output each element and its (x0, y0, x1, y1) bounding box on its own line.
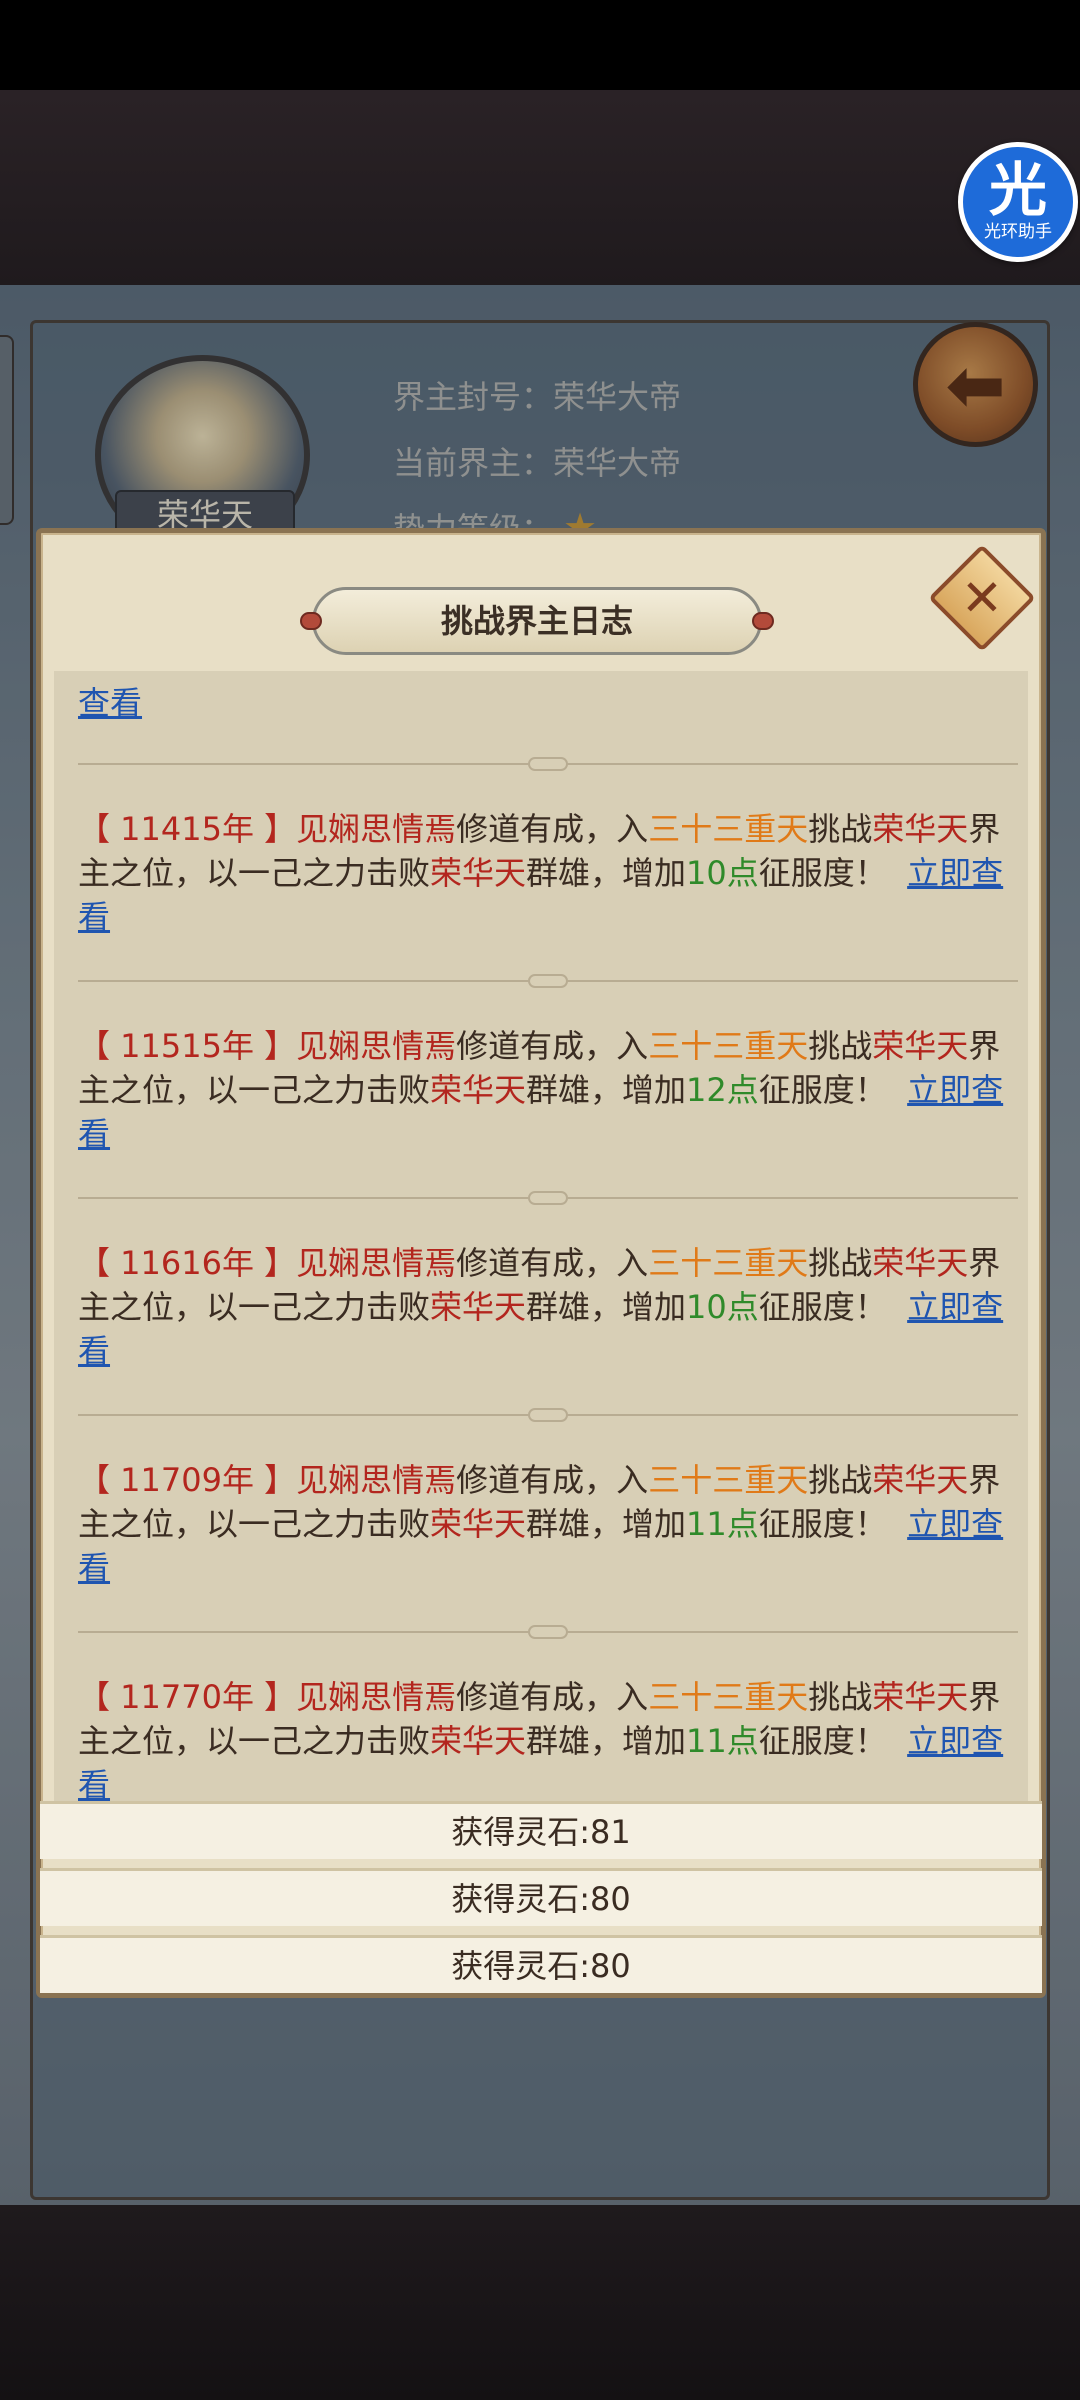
divider (78, 1625, 1018, 1639)
top-band (0, 90, 1080, 285)
log-entry: 【 11415年 】见娴思情焉修道有成，入三十三重天挑战荣华天界主之位，以一己之… (78, 810, 1004, 936)
helper-badge[interactable]: 光 光环助手 (958, 142, 1078, 262)
reward-toast: 获得灵石:81 (40, 1801, 1042, 1859)
view-link[interactable]: 查看 (78, 681, 142, 725)
divider (78, 974, 1018, 988)
reward-toast: 获得灵石:80 (40, 1868, 1042, 1926)
log-list[interactable]: 查看 【 11415年 】见娴思情焉修道有成，入三十三重天挑战荣华天界主之位，以… (54, 671, 1028, 1801)
reward-toast: 获得灵石:80 (40, 1935, 1042, 1993)
divider (78, 1191, 1018, 1205)
log-entry: 【 11770年 】见娴思情焉修道有成，入三十三重天挑战荣华天界主之位，以一己之… (78, 1675, 1028, 1801)
dialog-title: 挑战界主日志 (440, 602, 633, 640)
close-icon: ✕ (961, 569, 1003, 627)
log-entry: 【 11515年 】见娴思情焉修道有成，入三十三重天挑战荣华天界主之位，以一己之… (78, 1027, 1004, 1153)
bottom-band (0, 2205, 1080, 2400)
helper-logo-icon: 光 (988, 155, 1047, 224)
helper-label: 光环助手 (984, 221, 1052, 242)
divider (78, 757, 1018, 771)
status-bar-area (0, 0, 1080, 90)
log-entry: 【 11709年 】见娴思情焉修道有成，入三十三重天挑战荣华天界主之位，以一己之… (78, 1461, 1004, 1587)
log-entry: 【 11616年 】见娴思情焉修道有成，入三十三重天挑战荣华天界主之位，以一己之… (78, 1244, 1004, 1370)
divider (78, 1408, 1018, 1422)
